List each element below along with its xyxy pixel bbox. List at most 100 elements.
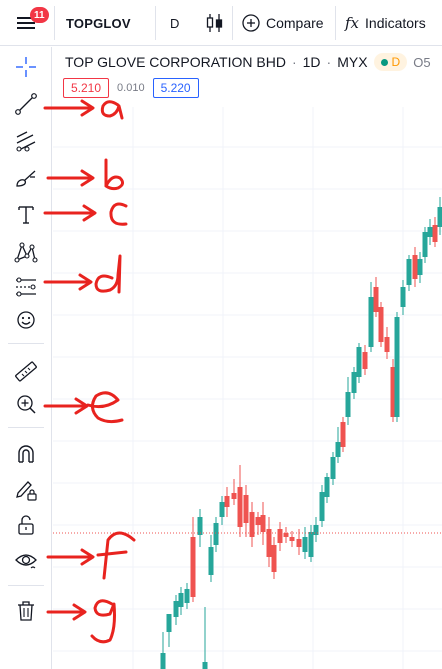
candle-body — [213, 523, 219, 545]
candle-body — [324, 477, 330, 497]
compare-button[interactable]: Compare — [242, 0, 324, 46]
top-toolbar: 11 TOPGLOV D Compare fx Indicators — [0, 0, 442, 46]
candle-body — [202, 662, 208, 669]
lock-drawings-tool[interactable] — [10, 474, 42, 506]
candle-body — [373, 287, 379, 312]
brush-icon — [16, 170, 36, 187]
symbol-search[interactable]: TOPGLOV — [66, 0, 131, 46]
toolbar-divider — [8, 427, 44, 428]
toolbar-divider — [8, 343, 44, 344]
candle-body — [319, 492, 325, 521]
candle-body — [231, 493, 237, 499]
crosshair-icon — [16, 57, 36, 77]
divider — [232, 6, 233, 40]
divider — [155, 6, 156, 40]
trend-line-icon — [15, 93, 37, 115]
remove-drawings-tool[interactable] — [10, 595, 42, 627]
candle-body — [400, 287, 406, 307]
candle-body — [224, 496, 230, 507]
symbol-description: TOP GLOVE CORPORATION BHD — [65, 54, 286, 70]
candle-body — [437, 207, 442, 227]
indicators-label: Indicators — [365, 15, 426, 31]
buy-price-button[interactable]: 5.220 — [152, 78, 199, 98]
chart-type-button[interactable] — [204, 0, 226, 46]
series-legend: TOP GLOVE CORPORATION BHD · 1D · MYX D O… — [65, 53, 431, 71]
divider — [54, 6, 55, 40]
pencil-lock-icon — [16, 481, 37, 501]
candle-body — [166, 614, 172, 632]
smiley-icon — [17, 311, 35, 329]
chart-pane[interactable]: TOP GLOVE CORPORATION BHD · 1D · MYX D O… — [53, 47, 442, 669]
magnet-icon — [18, 445, 34, 463]
candle-body — [255, 517, 261, 525]
drawing-toolbar — [0, 47, 52, 669]
toolbar-divider — [8, 585, 44, 586]
candle-body — [260, 515, 266, 532]
prediction-tool[interactable] — [10, 271, 42, 303]
candle-body — [283, 533, 289, 537]
ohlc-values: O5 — [413, 54, 431, 70]
fx-icon: fx — [345, 14, 360, 32]
trash-icon — [18, 601, 34, 621]
legend-interval: 1D — [302, 54, 321, 70]
candle-body — [302, 537, 308, 552]
plus-circle-icon — [242, 14, 260, 32]
eye-icon — [15, 554, 37, 569]
candle-body — [378, 307, 384, 342]
text-tool[interactable] — [10, 199, 42, 231]
price-chart[interactable] — [53, 47, 442, 669]
bid-ask-quotes: 5.210 0.010 5.220 — [63, 78, 199, 98]
sell-price-button[interactable]: 5.210 — [63, 78, 110, 98]
candle-body — [289, 537, 295, 541]
candle-body — [296, 539, 302, 547]
long-position-icon — [16, 277, 36, 297]
candle-body — [173, 601, 179, 617]
candle-body — [340, 422, 346, 447]
magnet-tool[interactable] — [10, 438, 42, 470]
candle-body — [184, 589, 190, 603]
trend-line-tool[interactable] — [10, 88, 42, 120]
candle-body — [237, 487, 243, 527]
candle-body — [160, 653, 166, 669]
candle-body — [330, 457, 336, 479]
candle-body — [394, 317, 400, 417]
interval-button[interactable]: D — [170, 0, 179, 46]
candle-body — [362, 352, 368, 369]
emoji-tool[interactable] — [10, 304, 42, 336]
pattern-tool[interactable] — [10, 236, 42, 268]
lock-icon — [18, 515, 34, 535]
measure-tool[interactable] — [10, 355, 42, 387]
brush-tool[interactable] — [10, 162, 42, 194]
candle-body — [190, 537, 196, 597]
lock-all-tool[interactable] — [10, 509, 42, 541]
notifications-badge: 11 — [30, 7, 49, 23]
candles-icon — [206, 14, 223, 32]
candle-body — [178, 593, 184, 607]
candle-body — [432, 225, 438, 242]
crosshair-tool[interactable] — [10, 51, 42, 83]
fib-retracement-icon — [16, 131, 36, 152]
pattern-icon — [14, 242, 38, 263]
candle-body — [356, 347, 362, 377]
zoom-tool[interactable] — [10, 388, 42, 420]
indicators-button[interactable]: fx Indicators — [345, 0, 426, 46]
compare-label: Compare — [266, 15, 324, 31]
status-dot-icon — [380, 58, 388, 66]
candle-body — [335, 442, 341, 457]
fib-tool[interactable] — [10, 125, 42, 157]
candle-body — [417, 259, 423, 275]
candle-body — [345, 392, 351, 417]
hide-drawings-tool[interactable] — [10, 544, 42, 576]
market-status-badge[interactable]: D — [373, 53, 408, 71]
legend-exchange: MYX — [337, 54, 368, 70]
candle-body — [308, 532, 314, 557]
candle-body — [243, 495, 249, 523]
text-icon — [18, 206, 34, 224]
candle-body — [351, 372, 357, 393]
candle-body — [384, 337, 390, 352]
candle-body — [422, 232, 428, 257]
candle-body — [412, 255, 418, 279]
candle-body — [219, 502, 225, 517]
divider — [335, 6, 336, 40]
zoom-in-icon — [17, 395, 36, 414]
